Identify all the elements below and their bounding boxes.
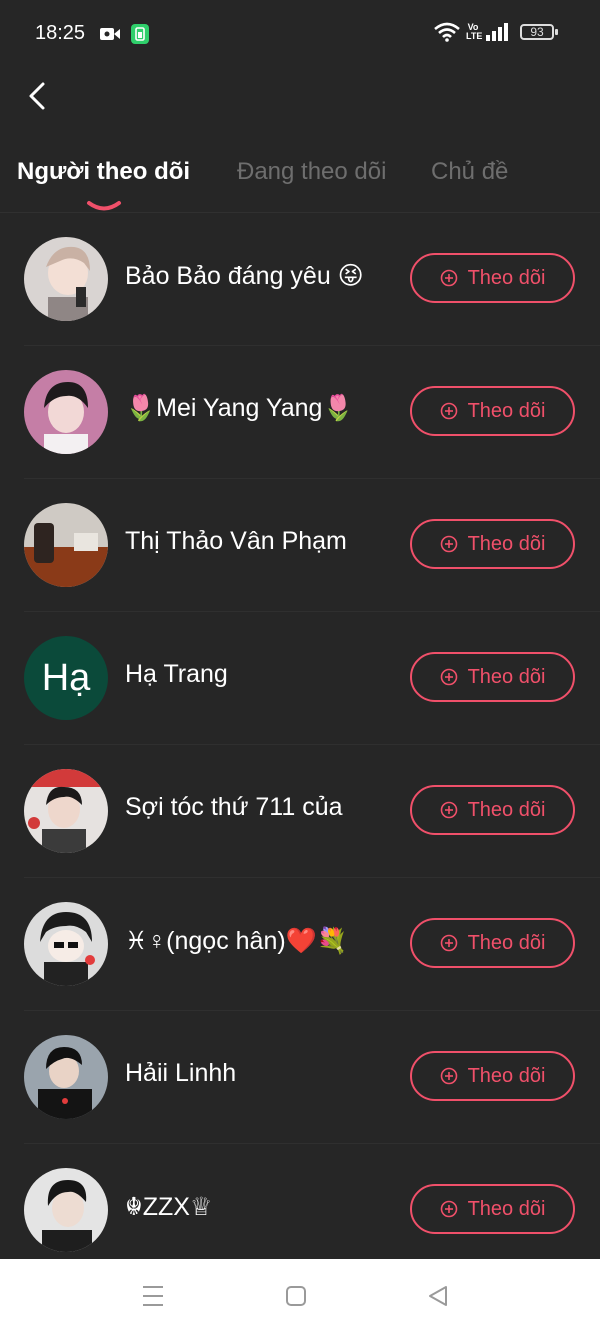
tab-topics[interactable]: Chủ đề [431, 158, 508, 186]
cartoon-avatar-icon[interactable] [24, 902, 108, 986]
follow-button[interactable]: Theo dõi [410, 652, 575, 702]
user-name[interactable]: Bảo Bảo đáng yêu 😝 [125, 261, 364, 291]
follow-button[interactable]: Theo dõi [410, 785, 575, 835]
add-circle-icon [440, 668, 457, 686]
photo-avatar-icon[interactable] [24, 1168, 108, 1252]
follow-button[interactable]: Theo dõi [410, 386, 575, 436]
back-arrow-icon[interactable] [22, 78, 58, 114]
follow-label: Theo dõi [467, 931, 546, 954]
follow-button[interactable]: Theo dõi [410, 918, 575, 968]
menu-icon[interactable] [138, 1281, 168, 1311]
add-circle-icon [440, 269, 457, 287]
list-item[interactable]: Bảo Bảo đáng yêu 😝 Theo dõi [24, 213, 600, 346]
photo-avatar-icon[interactable] [24, 370, 108, 454]
list-item[interactable]: ♓♀(ngọc hân)❤️💐 Theo dõi [24, 878, 600, 1011]
back-triangle-icon[interactable] [424, 1281, 454, 1311]
volte-icon: Vo LTE [466, 23, 483, 41]
letter-avatar-icon[interactable]: Hạ [24, 636, 108, 720]
status-time: 18:25 [35, 22, 86, 44]
list-item[interactable]: Thị Thảo Vân Phạm Theo dõi [24, 479, 600, 612]
anime-boy-avatar-icon[interactable] [24, 237, 108, 321]
list-item[interactable]: ☬ZZX♕ Theo dõi [24, 1144, 600, 1277]
user-name[interactable]: ☬ZZX♕ [125, 1192, 212, 1222]
add-circle-icon [440, 934, 457, 952]
list-item[interactable]: 🌷Mei Yang Yang🌷 Theo dõi [24, 346, 600, 479]
signal-icon [486, 23, 508, 41]
user-name[interactable]: Hảii Linhh [125, 1059, 236, 1088]
battery-icon: 93 [520, 24, 558, 40]
follow-button[interactable]: Theo dõi [410, 253, 575, 303]
charging-app-icon [131, 24, 149, 44]
user-name[interactable]: Sợi tóc thứ 711 của [125, 793, 343, 822]
list-item[interactable]: Hảii Linhh Theo dõi [24, 1011, 600, 1144]
follow-label: Theo dõi [467, 1197, 546, 1220]
add-circle-icon [440, 1067, 457, 1085]
followers-list: Bảo Bảo đáng yêu 😝 Theo dõi 🌷Mei Yang Ya… [0, 213, 600, 1277]
add-circle-icon [440, 801, 457, 819]
video-call-icon [100, 28, 120, 40]
tab-bar: Người theo dõi Đang theo dõi Chủ đề [0, 150, 600, 214]
avatar-letters: Hạ [41, 656, 91, 699]
home-square-icon[interactable] [281, 1281, 311, 1311]
list-item[interactable]: Hạ Hạ Trang Theo dõi [24, 612, 600, 745]
system-nav-bar [0, 1259, 600, 1333]
add-circle-icon [440, 402, 457, 420]
photo-avatar-icon[interactable] [24, 769, 108, 853]
follow-label: Theo dõi [467, 798, 546, 821]
add-circle-icon [440, 535, 457, 553]
follow-label: Theo dõi [467, 532, 546, 555]
follow-button[interactable]: Theo dõi [410, 1184, 575, 1234]
add-circle-icon [440, 1200, 457, 1218]
room-photo-avatar-icon[interactable] [24, 503, 108, 587]
status-icons: Vo LTE 93 [434, 22, 558, 42]
status-bar: 18:25 Vo LTE 93 [0, 0, 600, 68]
user-name[interactable]: 🌷Mei Yang Yang🌷 [125, 394, 354, 423]
follow-label: Theo dõi [467, 399, 546, 422]
follow-label: Theo dõi [467, 665, 546, 688]
follow-label: Theo dõi [467, 266, 546, 289]
photo-avatar-icon[interactable] [24, 1035, 108, 1119]
user-name[interactable]: Hạ Trang [125, 660, 228, 689]
volte-bottom-text: LTE [466, 31, 483, 41]
follow-label: Theo dõi [467, 1064, 546, 1087]
follow-button[interactable]: Theo dõi [410, 1051, 575, 1101]
list-item[interactable]: Sợi tóc thứ 711 của Theo dõi [24, 745, 600, 878]
tab-followers[interactable]: Người theo dõi [17, 158, 190, 186]
tab-following[interactable]: Đang theo dõi [237, 158, 386, 186]
follow-button[interactable]: Theo dõi [410, 519, 575, 569]
wifi-icon [434, 22, 460, 42]
user-name[interactable]: Thị Thảo Vân Phạm [125, 527, 347, 556]
user-name[interactable]: ♓♀(ngọc hân)❤️💐 [125, 926, 348, 956]
